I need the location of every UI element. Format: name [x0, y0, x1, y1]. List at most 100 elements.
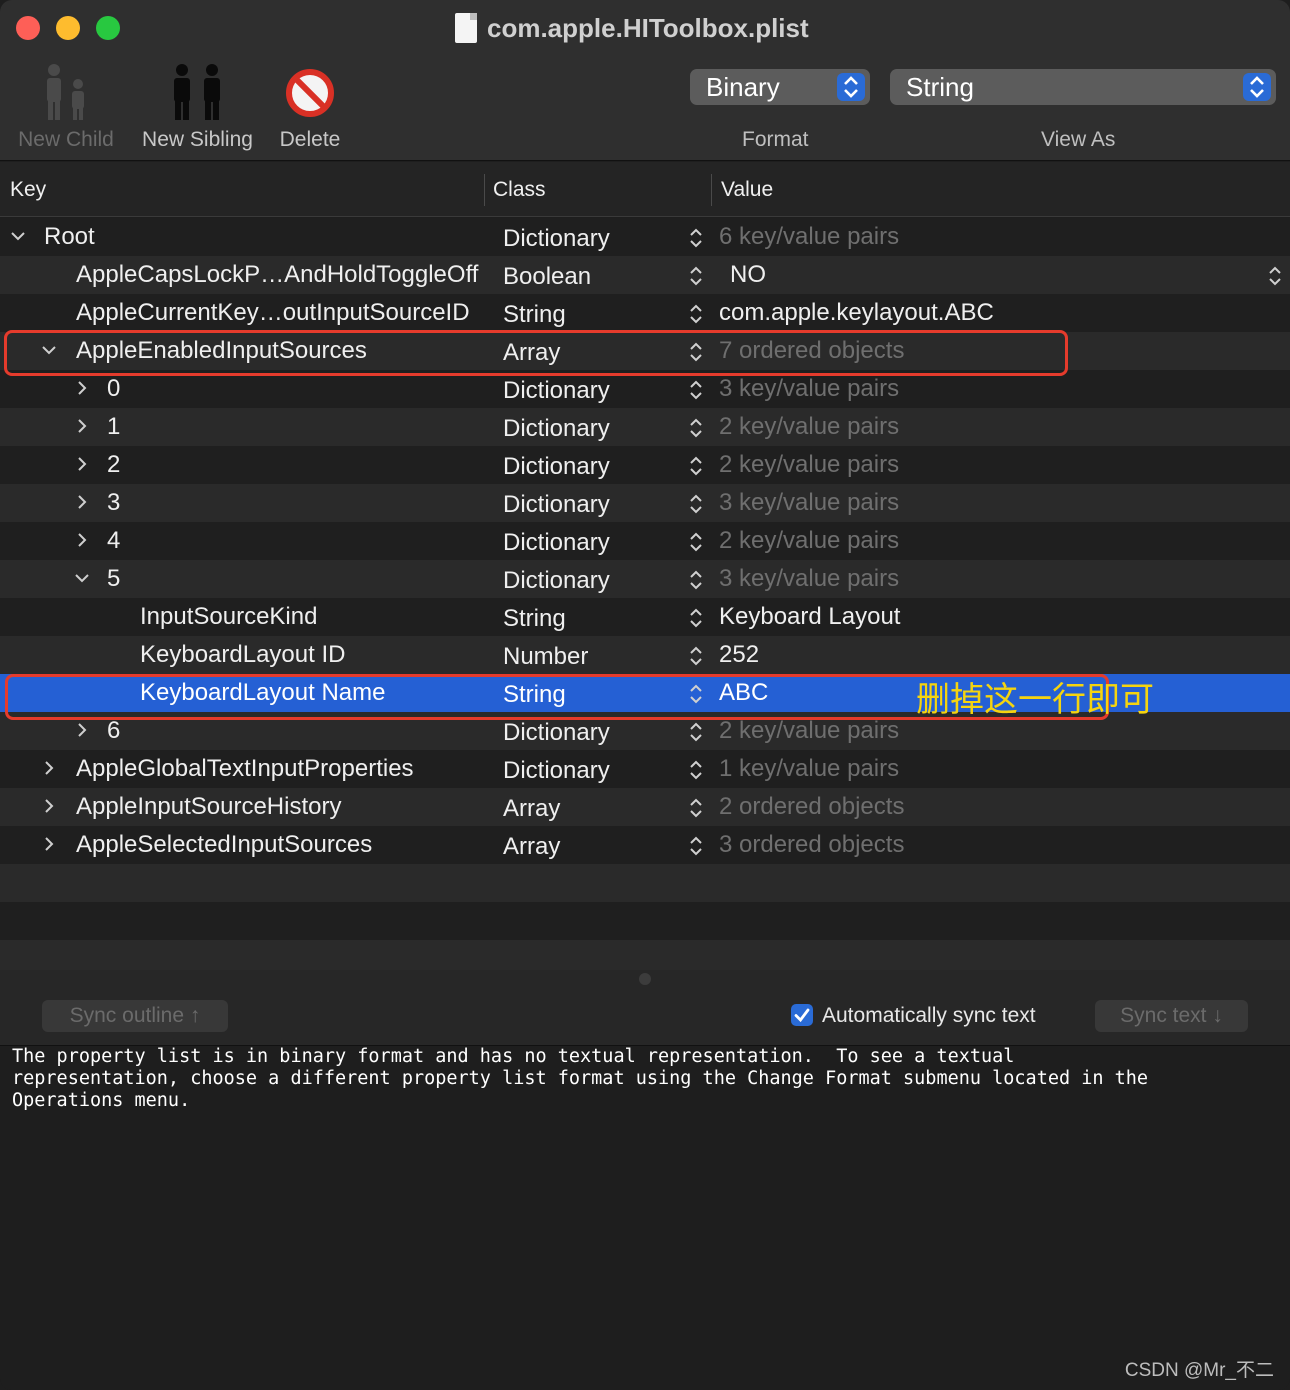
- row-class[interactable]: Dictionary: [503, 567, 610, 595]
- row-key[interactable]: 3: [107, 489, 120, 517]
- table-row[interactable]: AppleCurrentKey…outInputSourceID String co…: [0, 294, 1290, 332]
- plist-text-view[interactable]: The property list is in binary format an…: [0, 1046, 1290, 1390]
- row-key[interactable]: AppleGlobalTextInputProperties: [76, 755, 414, 783]
- table-row[interactable]: AppleCapsLockP…AndHoldToggleOff Boolean NO: [0, 256, 1290, 294]
- row-value[interactable]: 252: [719, 641, 759, 669]
- class-stepper-icon[interactable]: [688, 341, 704, 363]
- row-key[interactable]: KeyboardLayout ID: [140, 641, 345, 669]
- row-key[interactable]: KeyboardLayout Name: [140, 679, 385, 707]
- row-value[interactable]: 3 ordered objects: [719, 831, 904, 859]
- disclosure-collapsed-icon[interactable]: [41, 796, 57, 816]
- sync-outline-button[interactable]: Sync outline ↑: [42, 1000, 228, 1032]
- table-row[interactable]: AppleSelectedInputSources Array 3 ordered …: [0, 826, 1290, 864]
- new-sibling-button[interactable]: New Sibling: [130, 60, 265, 152]
- disclosure-collapsed-icon[interactable]: [74, 378, 90, 398]
- row-key[interactable]: 5: [107, 565, 120, 593]
- row-value[interactable]: 2 ordered objects: [719, 793, 904, 821]
- class-stepper-icon[interactable]: [688, 455, 704, 477]
- disclosure-expanded-icon[interactable]: [41, 340, 57, 360]
- class-stepper-icon[interactable]: [688, 265, 704, 287]
- format-popup[interactable]: Binary: [690, 69, 870, 105]
- row-key[interactable]: AppleCurrentKey…outInputSourceID: [76, 299, 470, 327]
- row-class[interactable]: Array: [503, 339, 560, 367]
- table-row[interactable]: AppleInputSourceHistory Array 2 ordered ob…: [0, 788, 1290, 826]
- table-row[interactable]: 5 Dictionary 3 key/value pairs: [0, 560, 1290, 598]
- disclosure-collapsed-icon[interactable]: [74, 416, 90, 436]
- row-class[interactable]: Boolean: [503, 263, 591, 291]
- table-row[interactable]: 3 Dictionary 3 key/value pairs: [0, 484, 1290, 522]
- row-class[interactable]: Dictionary: [503, 225, 610, 253]
- row-value[interactable]: 2 key/value pairs: [719, 527, 899, 555]
- class-stepper-icon[interactable]: [688, 531, 704, 553]
- disclosure-expanded-icon[interactable]: [74, 568, 90, 588]
- disclosure-collapsed-icon[interactable]: [74, 530, 90, 550]
- column-divider[interactable]: [484, 174, 485, 206]
- auto-sync-checkbox[interactable]: [791, 1004, 813, 1026]
- class-stepper-icon[interactable]: [688, 645, 704, 667]
- disclosure-collapsed-icon[interactable]: [74, 720, 90, 740]
- boolean-popup-chevron-icon[interactable]: [1268, 265, 1282, 287]
- row-key[interactable]: Root: [44, 223, 95, 251]
- disclosure-collapsed-icon[interactable]: [41, 834, 57, 854]
- row-value[interactable]: 6 key/value pairs: [719, 223, 899, 251]
- column-header-value[interactable]: Value: [721, 178, 773, 202]
- table-row[interactable]: 0 Dictionary 3 key/value pairs: [0, 370, 1290, 408]
- row-class[interactable]: Array: [503, 833, 560, 861]
- row-class[interactable]: Dictionary: [503, 453, 610, 481]
- row-key[interactable]: 2: [107, 451, 120, 479]
- column-header-key[interactable]: Key: [10, 178, 46, 202]
- row-key[interactable]: AppleSelectedInputSources: [76, 831, 372, 859]
- row-value[interactable]: 2 key/value pairs: [719, 717, 899, 745]
- row-class[interactable]: Dictionary: [503, 719, 610, 747]
- split-view-handle[interactable]: [639, 973, 651, 985]
- table-row[interactable]: AppleEnabledInputSources Array 7 ordered o…: [0, 332, 1290, 370]
- row-class[interactable]: Dictionary: [503, 415, 610, 443]
- sync-text-button[interactable]: Sync text ↓: [1095, 1000, 1248, 1032]
- table-row[interactable]: 4 Dictionary 2 key/value pairs: [0, 522, 1290, 560]
- new-child-button[interactable]: New Child: [10, 60, 122, 152]
- row-key[interactable]: AppleInputSourceHistory: [76, 793, 341, 821]
- class-stepper-icon[interactable]: [688, 835, 704, 857]
- class-stepper-icon[interactable]: [688, 227, 704, 249]
- class-stepper-icon[interactable]: [688, 759, 704, 781]
- row-key[interactable]: 4: [107, 527, 120, 555]
- minimize-window-button[interactable]: [56, 16, 80, 40]
- disclosure-collapsed-icon[interactable]: [74, 492, 90, 512]
- class-stepper-icon[interactable]: [688, 493, 704, 515]
- row-value[interactable]: 7 ordered objects: [719, 337, 904, 365]
- row-key[interactable]: 0: [107, 375, 120, 403]
- class-stepper-icon[interactable]: [688, 379, 704, 401]
- row-key[interactable]: InputSourceKind: [140, 603, 317, 631]
- row-value[interactable]: 3 key/value pairs: [719, 489, 899, 517]
- row-class[interactable]: Dictionary: [503, 491, 610, 519]
- row-value[interactable]: com.apple.keylayout.ABC: [719, 299, 994, 327]
- row-value[interactable]: NO: [730, 261, 766, 289]
- table-row[interactable]: AppleGlobalTextInputProperties Dictionary…: [0, 750, 1290, 788]
- disclosure-collapsed-icon[interactable]: [41, 758, 57, 778]
- table-row[interactable]: 1 Dictionary 2 key/value pairs: [0, 408, 1290, 446]
- row-class[interactable]: String: [503, 681, 566, 709]
- column-divider[interactable]: [711, 174, 712, 206]
- row-class[interactable]: Array: [503, 795, 560, 823]
- column-header-class[interactable]: Class: [493, 178, 546, 202]
- row-class[interactable]: String: [503, 301, 566, 329]
- row-value[interactable]: 2 key/value pairs: [719, 451, 899, 479]
- close-window-button[interactable]: [16, 16, 40, 40]
- row-class[interactable]: String: [503, 605, 566, 633]
- row-key[interactable]: 1: [107, 413, 120, 441]
- class-stepper-icon[interactable]: [688, 683, 704, 705]
- row-class[interactable]: Number: [503, 643, 588, 671]
- class-stepper-icon[interactable]: [688, 797, 704, 819]
- row-key[interactable]: 6: [107, 717, 120, 745]
- class-stepper-icon[interactable]: [688, 607, 704, 629]
- row-class[interactable]: Dictionary: [503, 377, 610, 405]
- row-class[interactable]: Dictionary: [503, 757, 610, 785]
- class-stepper-icon[interactable]: [688, 417, 704, 439]
- row-value[interactable]: Keyboard Layout: [719, 603, 900, 631]
- view-as-popup[interactable]: String: [890, 69, 1276, 105]
- row-value[interactable]: 3 key/value pairs: [719, 565, 899, 593]
- row-value[interactable]: ABC: [719, 679, 768, 707]
- row-value[interactable]: 3 key/value pairs: [719, 375, 899, 403]
- class-stepper-icon[interactable]: [688, 721, 704, 743]
- class-stepper-icon[interactable]: [688, 303, 704, 325]
